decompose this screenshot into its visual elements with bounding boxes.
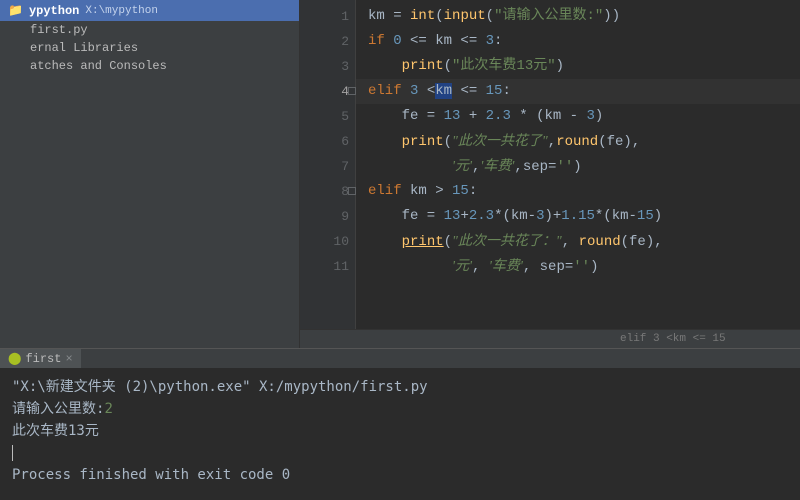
console-output[interactable]: "X:\新建文件夹 (2)\python.exe" X:/mypython/fi… (0, 368, 800, 500)
tree-item[interactable]: ernal Libraries (0, 39, 299, 57)
project-sidebar: 📁 ypython X:\mypython first.py ernal Libr… (0, 0, 300, 348)
line-number: 4 (300, 79, 355, 104)
folder-icon: 📁 (8, 3, 23, 18)
library-icon (12, 41, 26, 55)
console-line: 请输入公里数:2 (12, 398, 788, 420)
console-line: "X:\新建文件夹 (2)\python.exe" X:/mypython/fi… (12, 376, 788, 398)
project-header[interactable]: 📁 ypython X:\mypython (0, 0, 299, 21)
code-line[interactable]: print("此次车费13元") (356, 54, 800, 79)
console-line (12, 442, 788, 464)
run-tab-label: first (25, 352, 61, 366)
code-line[interactable]: km = int(input("请输入公里数:")) (356, 4, 800, 29)
line-number: 9 (300, 204, 355, 229)
cursor (12, 445, 13, 461)
line-number: 2 (300, 29, 355, 54)
python-file-icon (12, 23, 26, 37)
tree-item-label: first.py (30, 23, 88, 37)
line-number: 10 (300, 229, 355, 254)
line-number: 7 (300, 154, 355, 179)
code-line[interactable]: if 0 <= km <= 3: (356, 29, 800, 54)
tree-item[interactable]: first.py (0, 21, 299, 39)
project-name: ypython (29, 4, 79, 18)
code-line[interactable]: fe = 13+2.3*(km-3)+1.15*(km-15) (356, 204, 800, 229)
breadcrumb[interactable]: elif 3 <km <= 15 (300, 329, 800, 348)
line-gutter: 1234567891011 (300, 0, 356, 329)
code-line[interactable]: print("此次一共花了",round(fe), (356, 129, 800, 154)
code-line[interactable]: elif 3 <km <= 15: (356, 79, 800, 104)
python-icon: ⬤ (8, 351, 21, 366)
console-line: Process finished with exit code 0 (12, 464, 788, 486)
project-path: X:\mypython (85, 5, 158, 17)
line-number: 1 (300, 4, 355, 29)
line-number: 8 (300, 179, 355, 204)
run-panel: ⬤ first × "X:\新建文件夹 (2)\python.exe" X:/m… (0, 348, 800, 500)
console-line: 此次车费13元 (12, 420, 788, 442)
line-number: 5 (300, 104, 355, 129)
scratch-icon (12, 59, 26, 73)
code-line[interactable]: fe = 13 + 2.3 * (km - 3) (356, 104, 800, 129)
project-tree: first.py ernal Libraries atches and Consol… (0, 21, 299, 75)
code-body[interactable]: km = int(input("请输入公里数:"))if 0 <= km <= … (356, 0, 800, 329)
code-line[interactable]: elif km > 15: (356, 179, 800, 204)
run-tab-bar: ⬤ first × (0, 349, 800, 368)
code-line[interactable]: '元','车费',sep='') (356, 154, 800, 179)
line-number: 3 (300, 54, 355, 79)
line-number: 6 (300, 129, 355, 154)
editor-pane: 1234567891011 km = int(input("请输入公里数:"))… (300, 0, 800, 348)
code-area[interactable]: 1234567891011 km = int(input("请输入公里数:"))… (300, 0, 800, 329)
tree-item[interactable]: atches and Consoles (0, 57, 299, 75)
code-line[interactable]: '元', '车费', sep='') (356, 254, 800, 279)
run-tab[interactable]: ⬤ first × (0, 349, 81, 368)
tree-item-label: ernal Libraries (30, 41, 138, 55)
close-icon[interactable]: × (65, 352, 72, 366)
fold-icon[interactable] (348, 87, 356, 95)
tree-item-label: atches and Consoles (30, 59, 167, 73)
line-number: 11 (300, 254, 355, 279)
fold-icon[interactable] (348, 187, 356, 195)
code-line[interactable]: print("此次一共花了：", round(fe), (356, 229, 800, 254)
